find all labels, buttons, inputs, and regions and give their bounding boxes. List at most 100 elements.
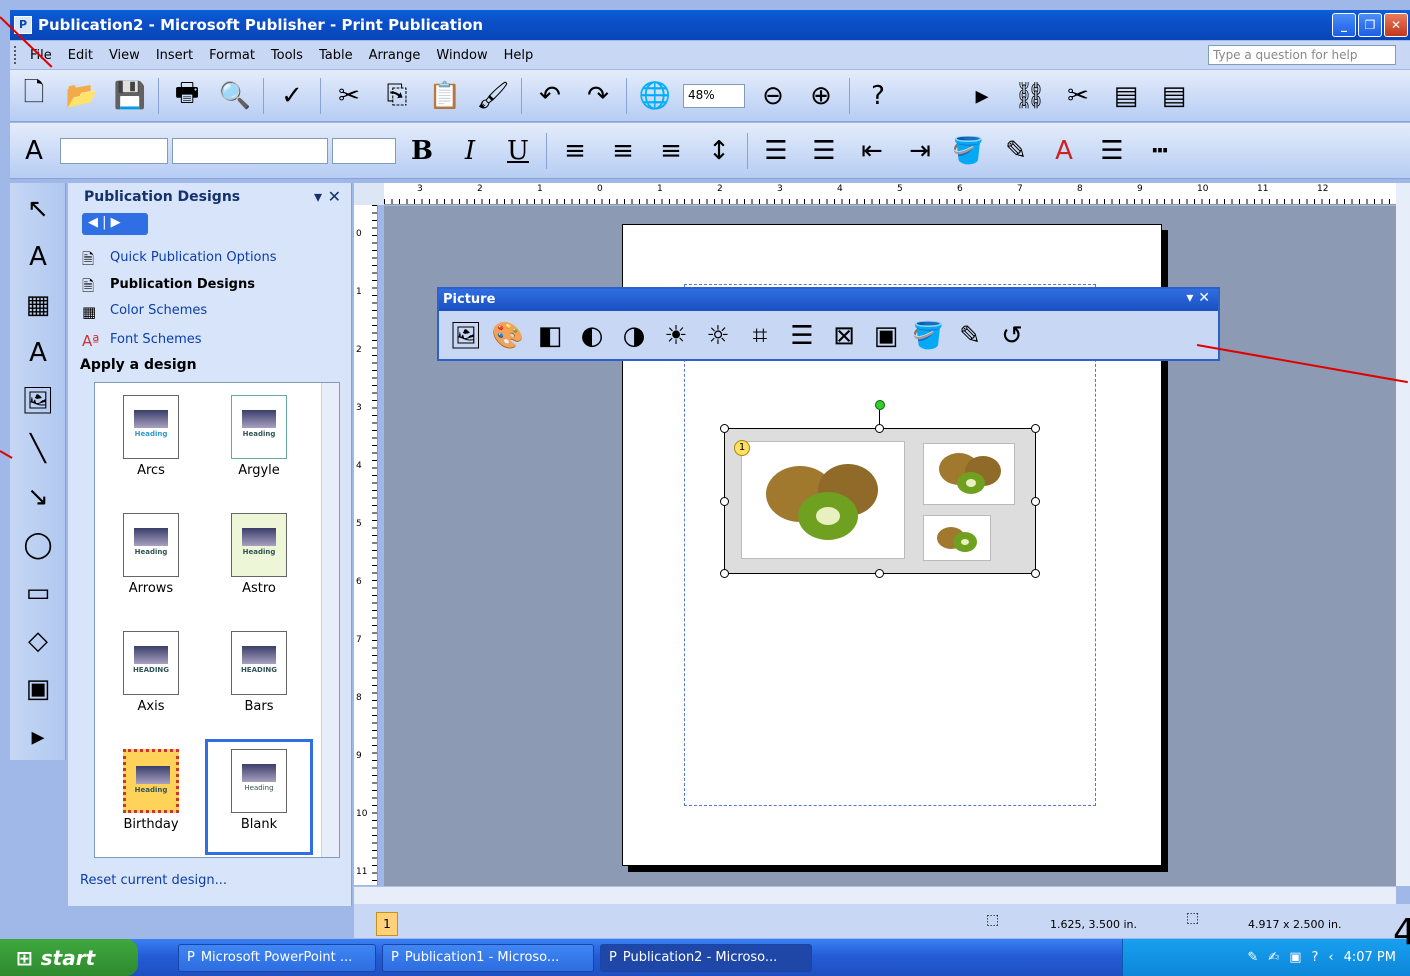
less-contrast-icon[interactable]: ◑ [614,316,654,356]
tablet-icon[interactable]: ▣ [1289,950,1301,965]
align-right-icon[interactable]: ≡ [651,131,691,171]
insert-table-icon[interactable]: ▦ [16,283,60,327]
picture-group[interactable] [724,428,1036,574]
crop-icon[interactable]: ⌗ [740,316,780,356]
minimize-button[interactable]: _ [1332,13,1356,37]
rotation-handle[interactable] [875,400,885,410]
design-bars[interactable]: HEADING Bars [209,623,309,735]
style-select[interactable] [60,137,168,164]
align-left-icon[interactable]: ≡ [555,131,595,171]
help-search-input[interactable]: Type a question for help [1208,45,1396,65]
start-button[interactable]: ⊞ start [0,939,138,976]
resize-handle[interactable] [1031,424,1040,433]
task-pane-navigation[interactable]: ◀ | ▶ [82,213,148,235]
cut-icon[interactable]: ✂ [329,76,369,116]
resize-handle[interactable] [875,424,884,433]
taskbar-item-powerpoint[interactable]: P Microsoft PowerPoint ... [178,943,376,972]
styles-icon[interactable]: A [14,131,54,171]
design-arrows[interactable]: Heading Arrows [101,505,201,617]
compress-pictures-icon[interactable]: ⊠ [824,316,864,356]
new-document-icon[interactable]: 🗋 [14,76,54,116]
menu-view[interactable]: View [101,48,148,63]
increase-indent-icon[interactable]: ⇥ [900,131,940,171]
design-arcs[interactable]: Heading Arcs [101,387,201,499]
gallery-scrollbar[interactable] [321,383,339,857]
more-tools-icon[interactable]: ▸ [16,715,60,759]
taskbar-item-publication1[interactable]: P Publication1 - Microso... [382,943,594,972]
zoom-select[interactable]: 48% [683,83,745,108]
menu-edit[interactable]: Edit [60,48,101,63]
menu-format[interactable]: Format [201,48,263,63]
horizontal-scrollbar[interactable] [354,886,1396,904]
design-astro[interactable]: Heading Astro [209,505,309,617]
format-picture-icon[interactable]: 🪣 [908,316,948,356]
zoom-in-icon[interactable]: ⊕ [801,76,841,116]
color-icon[interactable]: 🎨 [488,316,528,356]
close-button[interactable]: ✕ [1384,13,1408,37]
menu-table[interactable]: Table [311,48,361,63]
resize-handle[interactable] [720,424,729,433]
bullets-icon[interactable]: ☰ [804,131,844,171]
menu-help[interactable]: Help [496,48,542,63]
oval-tool-icon[interactable]: ◯ [16,523,60,567]
text-wrapping-icon[interactable]: ▣ [866,316,906,356]
show-hidden-icons[interactable]: ‹ [1328,950,1333,965]
hyperlink-icon[interactable]: 🌐 [635,76,675,116]
horizontal-ruler[interactable]: 3 2 1 0 1 2 3 4 5 6 7 8 9 10 11 12 [384,183,1396,205]
more-brightness-icon[interactable]: ☀ [656,316,696,356]
resize-handle[interactable] [1031,497,1040,506]
design-argyle[interactable]: Heading Argyle [209,387,309,499]
font-size-select[interactable] [332,137,396,164]
toolbar-options-icon[interactable]: ▸ [962,76,1002,116]
dash-style-icon[interactable]: ┅ [1140,131,1180,171]
help-icon[interactable]: ? [858,76,898,116]
help-tray-icon[interactable]: ? [1312,950,1319,965]
undo-icon[interactable]: ↶ [530,76,570,116]
zoom-out-icon[interactable]: ⊖ [753,76,793,116]
format-painter-icon[interactable]: 🖌 [473,76,513,116]
decrease-indent-icon[interactable]: ⇤ [852,131,892,171]
next-frame-icon[interactable]: ▤ [1154,76,1194,116]
previous-frame-icon[interactable]: ▤ [1106,76,1146,116]
fill-color-icon[interactable]: 🪣 [948,131,988,171]
link-frames-icon[interactable]: ⛓ [1010,76,1050,116]
menu-tools[interactable]: Tools [263,48,311,63]
page-navigator-button[interactable]: 1 [376,912,398,936]
bold-button[interactable]: B [402,131,442,171]
font-schemes-link[interactable]: Font Schemes [110,332,202,347]
copy-icon[interactable]: ⎘ [377,76,417,116]
align-center-icon[interactable]: ≡ [603,131,643,171]
menu-window[interactable]: Window [428,48,495,63]
print-icon[interactable]: 🖶 [167,76,207,116]
set-transparent-color-icon[interactable]: ✎ [950,316,990,356]
resize-handle[interactable] [875,569,884,578]
line-style-icon[interactable]: ☰ [782,316,822,356]
redo-icon[interactable]: ↷ [578,76,618,116]
paste-icon[interactable]: 📋 [425,76,465,116]
taskbar-item-publication2[interactable]: P Publication2 - Microso... [600,943,812,972]
spelling-icon[interactable]: ✓ [272,76,312,116]
numbering-icon[interactable]: ☰ [756,131,796,171]
quick-publication-options-link[interactable]: Quick Publication Options [110,250,277,265]
menu-insert[interactable]: Insert [148,48,201,63]
rectangle-tool-icon[interactable]: ▭ [16,571,60,615]
line-tool-icon[interactable]: ╲ [16,427,60,471]
select-pointer-icon[interactable]: ↖ [16,187,60,231]
less-brightness-icon[interactable]: ☼ [698,316,738,356]
pen-icon[interactable]: ✎ [1247,950,1258,965]
restore-button[interactable]: ❐ [1358,13,1382,37]
task-pane-close-icon[interactable]: ▾ ✕ [314,187,341,206]
publication-designs-link[interactable]: Publication Designs [110,277,255,292]
unlink-frames-icon[interactable]: ✂ [1058,76,1098,116]
picture-toolbar-close-icon[interactable]: ▾ ✕ [1186,290,1210,306]
picture-toolbar-title-bar[interactable]: Picture ▾ ✕ [439,289,1218,311]
font-color-icon[interactable]: A [1044,131,1084,171]
vertical-scrollbar[interactable] [1396,183,1410,886]
autoshapes-icon[interactable]: ◇ [16,619,60,663]
resize-handle[interactable] [1031,569,1040,578]
color-schemes-link[interactable]: Color Schemes [110,303,207,318]
line-spacing-icon[interactable]: ↕ [699,131,739,171]
line-color-icon[interactable]: ✎ [996,131,1036,171]
reset-design-link[interactable]: Reset current design... [80,873,227,888]
handwriting-icon[interactable]: ✍ [1268,950,1279,965]
